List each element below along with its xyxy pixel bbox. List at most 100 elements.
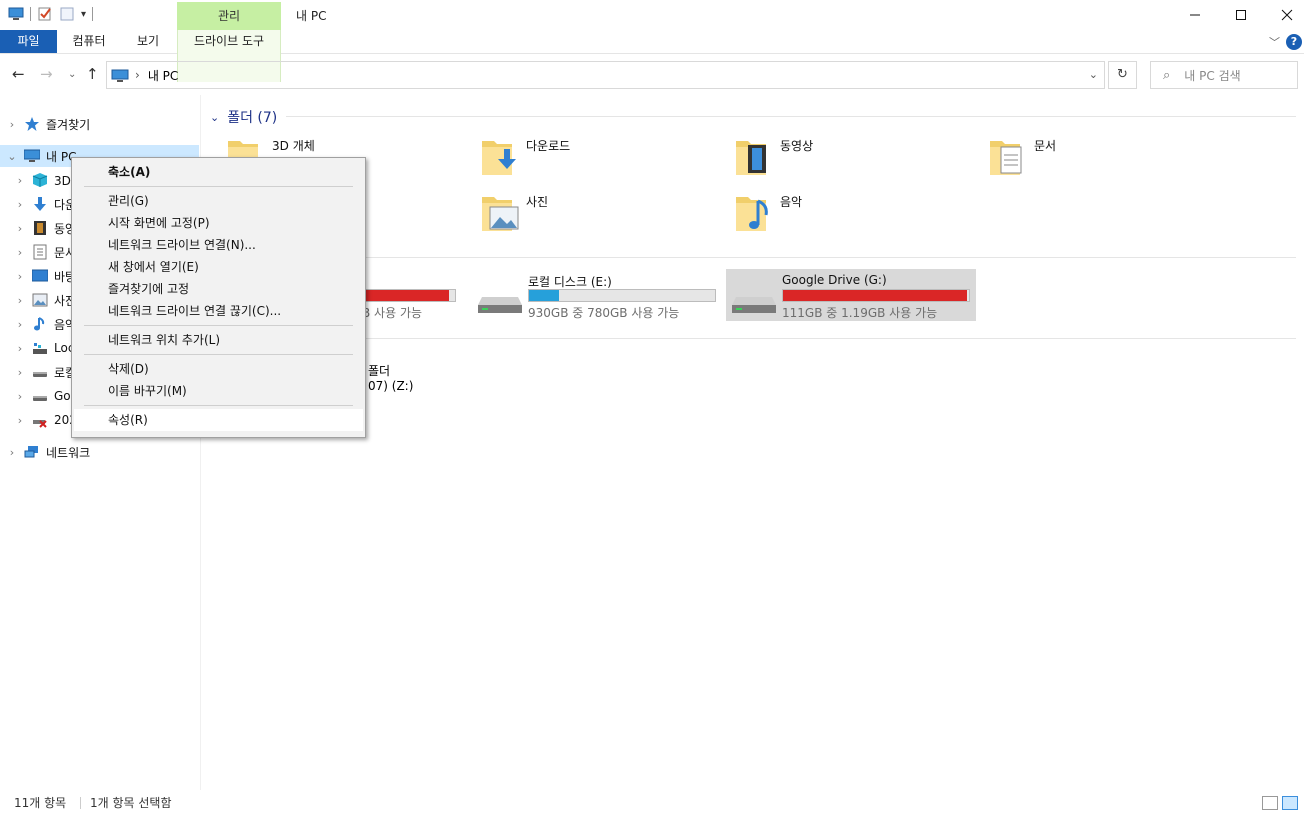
refresh-button[interactable]: ↻ [1108,61,1137,89]
expand-chevron-icon[interactable]: › [14,294,26,307]
desktop-icon [31,268,49,284]
large-icons-view-icon[interactable] [1282,796,1298,810]
selection-count: 1개 항목 선택함 [90,796,172,810]
expand-chevron-icon[interactable]: › [14,318,26,331]
music-icon [32,316,48,332]
expand-chevron-icon[interactable]: › [14,222,26,235]
maximize-icon [1236,10,1246,20]
expand-chevron-icon[interactable]: › [14,366,26,379]
drive-tile-local-disk-e[interactable]: 로컬 디스크 (E:) 930GB 중 780GB 사용 가능 [472,269,722,321]
context-menu-item[interactable]: 이름 바꾸기(M) [74,380,363,402]
maximize-button[interactable] [1218,0,1264,30]
folder-name: 동영상 [780,139,814,153]
address-dropdown-icon[interactable]: ⌄ [1089,68,1098,81]
search-input[interactable]: ⌕ 내 PC 검색 [1150,61,1298,89]
expand-chevron-icon[interactable]: › [6,446,18,459]
download-icon [32,196,48,212]
expand-ribbon-icon[interactable]: ﹀ [1269,34,1280,50]
contextual-tab-group: 관리 [177,2,281,30]
context-menu-item[interactable]: 시작 화면에 고정(P) [74,212,363,234]
tab-computer[interactable]: 컴퓨터 [60,30,118,53]
status-separator [80,797,81,809]
folder-name: 다운로드 [526,139,571,153]
expand-chevron-icon[interactable]: › [14,246,26,259]
help-icon[interactable]: ? [1286,34,1302,50]
close-button[interactable] [1264,0,1304,30]
address-bar[interactable]: › 내 PC ⌄ [106,61,1105,89]
close-icon [1281,9,1293,21]
expand-chevron-icon[interactable]: › [14,342,26,355]
context-menu-item[interactable]: 삭제(D) [74,358,363,380]
group-header-folders[interactable]: ⌄ 폴더 (7) [210,107,277,127]
context-menu-item[interactable]: 네트워크 위치 추가(L) [74,329,363,351]
expand-chevron-icon[interactable]: › [14,390,26,403]
folder-videos[interactable]: 동영상 [734,135,984,185]
computer-icon[interactable] [8,6,24,22]
group-divider [286,116,1296,117]
tab-view[interactable]: 보기 [124,30,172,53]
minimize-button[interactable] [1172,0,1218,30]
nav-item-label: 즐겨찾기 [46,117,91,132]
forward-icon[interactable]: → [40,65,53,83]
expand-chevron-icon[interactable]: › [14,198,26,211]
nav-item-network[interactable]: › 네트워크 [0,441,201,463]
details-view-icon[interactable] [1262,796,1278,810]
collapse-chevron-icon[interactable]: ⌄ [6,150,18,163]
quick-access-toolbar: ▾ [8,6,94,22]
folder-music[interactable]: 음악 [734,191,984,241]
folder-name: 문서 [1034,139,1057,153]
drive-space-info: 930GB 중 780GB 사용 가능 [528,306,680,320]
qat-separator [92,7,94,21]
up-icon[interactable]: ↑ [86,65,99,83]
collapse-chevron-icon[interactable]: ⌄ [210,111,219,124]
context-menu-item[interactable]: 네트워크 드라이브 연결 끊기(C)... [74,300,363,322]
network-location-name[interactable]: 폴더 [368,362,390,379]
music-folder-icon [736,197,768,231]
breadcrumb[interactable]: 내 PC [148,67,178,84]
network-icon [24,444,40,460]
context-menu: 축소(A) 관리(G) 시작 화면에 고정(P) 네트워크 드라이브 연결(N)...… [71,157,366,438]
back-icon[interactable]: ← [12,65,25,83]
breadcrumb-chevron-icon[interactable]: › [135,68,140,82]
menu-separator [84,405,353,406]
recent-locations-icon[interactable]: ⌄ [68,69,76,80]
new-folder-icon[interactable] [59,6,75,22]
nav-item-quick-access[interactable]: › 즐겨찾기 [0,113,201,135]
qat-separator [30,7,31,21]
folder-documents[interactable]: 문서 [988,135,1238,185]
context-menu-item[interactable]: 새 창에서 열기(E) [74,256,363,278]
qat-customize-icon[interactable]: ▾ [81,9,86,20]
drive-tile-google-drive[interactable]: Google Drive (G:) 111GB 중 1.19GB 사용 가능 [726,269,976,321]
context-menu-item[interactable]: 네트워크 드라이브 연결(N)... [74,234,363,256]
drive-space-info: 111GB 중 1.19GB 사용 가능 [782,306,938,320]
video-icon [32,220,48,236]
pictures-folder-icon [482,197,519,231]
title-bar: ▾ 관리 내 PC [0,0,1304,30]
group-divider [362,257,1296,258]
group-divider [362,338,1296,339]
menu-separator [84,325,353,326]
drive-space-info: B 사용 가능 [362,306,423,320]
expand-chevron-icon[interactable]: › [14,174,26,187]
properties-icon[interactable] [37,6,53,22]
group-header-label: 폴더 (7) [227,110,278,126]
folder-downloads[interactable]: 다운로드 [480,135,730,185]
local-disk-icon [32,340,48,356]
folder-pictures[interactable]: 사진 [480,191,730,241]
expand-chevron-icon[interactable]: › [6,118,18,131]
document-icon [32,244,48,260]
drive-usage-fill [783,290,968,301]
expand-chevron-icon[interactable]: › [14,414,26,427]
drive-name: Google Drive (G:) [782,273,887,287]
context-menu-item[interactable]: 속성(R) [74,409,363,431]
expand-chevron-icon[interactable]: › [14,270,26,283]
tab-file[interactable]: 파일 [0,30,57,53]
disconnected-drive-icon [32,412,48,428]
computer-icon [111,69,129,82]
drive-usage-fill [529,290,559,301]
context-menu-item[interactable]: 축소(A) [74,161,363,183]
context-menu-item[interactable]: 관리(G) [74,190,363,212]
context-menu-item[interactable]: 즐겨찾기에 고정 [74,278,363,300]
search-icon: ⌕ [1163,67,1171,83]
content-pane: ⌄ 폴더 (7) 3D 개체 다운로드 동영상 문서 사진 음악 B 사용 가능… [202,95,1304,790]
